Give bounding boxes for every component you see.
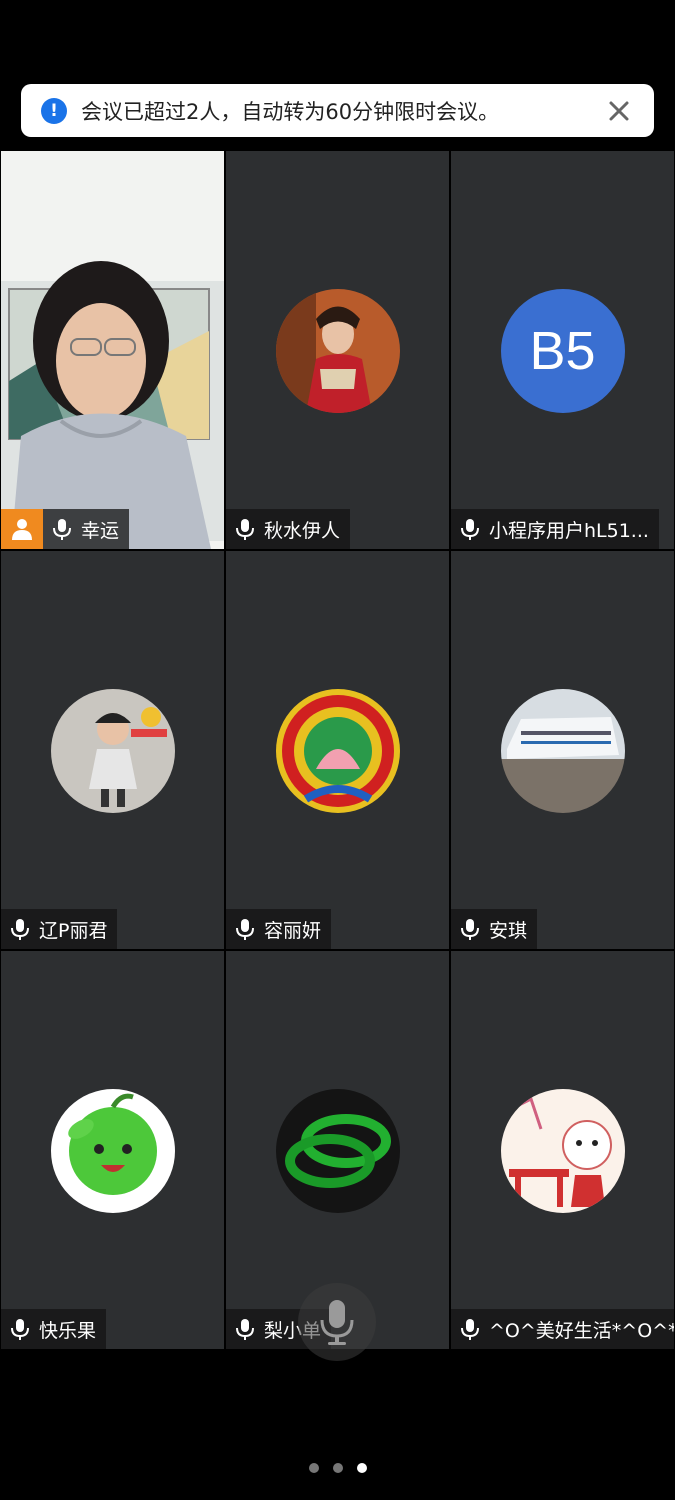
participant-tile[interactable]: B5 小程序用户hL51... (451, 151, 674, 549)
participant-name: 安琪 (489, 919, 528, 942)
microphone-icon (236, 519, 254, 540)
participant-tile[interactable]: 安琪 (451, 551, 674, 949)
participant-name: 容丽妍 (264, 919, 322, 942)
page-dot[interactable] (308, 1463, 319, 1473)
host-badge-icon (1, 509, 43, 549)
participant-avatar (50, 689, 175, 813)
participant-name: ^O^美好生活*^O^* (489, 1319, 674, 1342)
participant-initials-avatar: B5 (500, 289, 625, 413)
microphone-icon (236, 1319, 254, 1340)
participant-name-tag: 幸运 (43, 509, 130, 549)
microphone-icon (320, 1300, 354, 1345)
participant-avatar (275, 1089, 400, 1213)
participant-avatar (500, 689, 625, 813)
participant-name-tag: 小程序用户hL51... (451, 509, 659, 549)
microphone-icon (11, 919, 29, 940)
meeting-limit-notice: ! 会议已超过2人，自动转为60分钟限时会议。 (21, 84, 654, 137)
participant-name-tag: 快乐果 (1, 1309, 107, 1349)
participant-name-tag: 安琪 (451, 909, 538, 949)
participant-tile[interactable]: 秋水伊人 (226, 151, 449, 549)
microphone-icon (11, 1319, 29, 1340)
info-icon: ! (41, 97, 67, 124)
page-dot[interactable] (332, 1463, 343, 1473)
notice-text: 会议已超过2人，自动转为60分钟限时会议。 (81, 99, 500, 124)
participant-name-tag: 容丽妍 (226, 909, 332, 949)
microphone-icon (53, 519, 71, 540)
participant-tile[interactable]: ^O^美好生活*^O^* (451, 951, 674, 1349)
page-dot-active[interactable] (356, 1463, 367, 1473)
participant-tile[interactable]: 容丽妍 (226, 551, 449, 949)
participant-tile[interactable]: 辽P丽君 (1, 551, 224, 949)
participant-name: 小程序用户hL51... (489, 519, 649, 542)
participant-avatar (275, 689, 400, 813)
participant-tile[interactable]: 快乐果 (1, 951, 224, 1349)
participant-tile[interactable]: 幸运 (1, 151, 224, 549)
participant-avatar (50, 1089, 175, 1213)
participant-name-tag: 秋水伊人 (226, 509, 351, 549)
close-icon[interactable] (600, 92, 638, 130)
participant-avatar (275, 289, 400, 413)
microphone-icon (461, 1319, 479, 1340)
microphone-icon (236, 919, 254, 940)
participant-name: 幸运 (81, 519, 120, 542)
participant-name: 快乐果 (39, 1319, 97, 1342)
participant-name: 辽P丽君 (39, 919, 108, 942)
participant-name: 秋水伊人 (264, 519, 341, 542)
participant-avatar (500, 1089, 625, 1213)
participant-name-tag: 辽P丽君 (1, 909, 118, 949)
participant-name-tag: ^O^美好生活*^O^* (451, 1309, 674, 1349)
participant-video (1, 151, 224, 549)
floating-microphone-button[interactable] (298, 1283, 376, 1361)
microphone-icon (461, 519, 479, 540)
participant-grid: 幸运 秋水伊人 B5 小程序用户hL51... 辽P丽君 容丽妍 安琪 快乐果 … (0, 150, 675, 1350)
page-indicator[interactable] (0, 1463, 675, 1473)
microphone-icon (461, 919, 479, 940)
